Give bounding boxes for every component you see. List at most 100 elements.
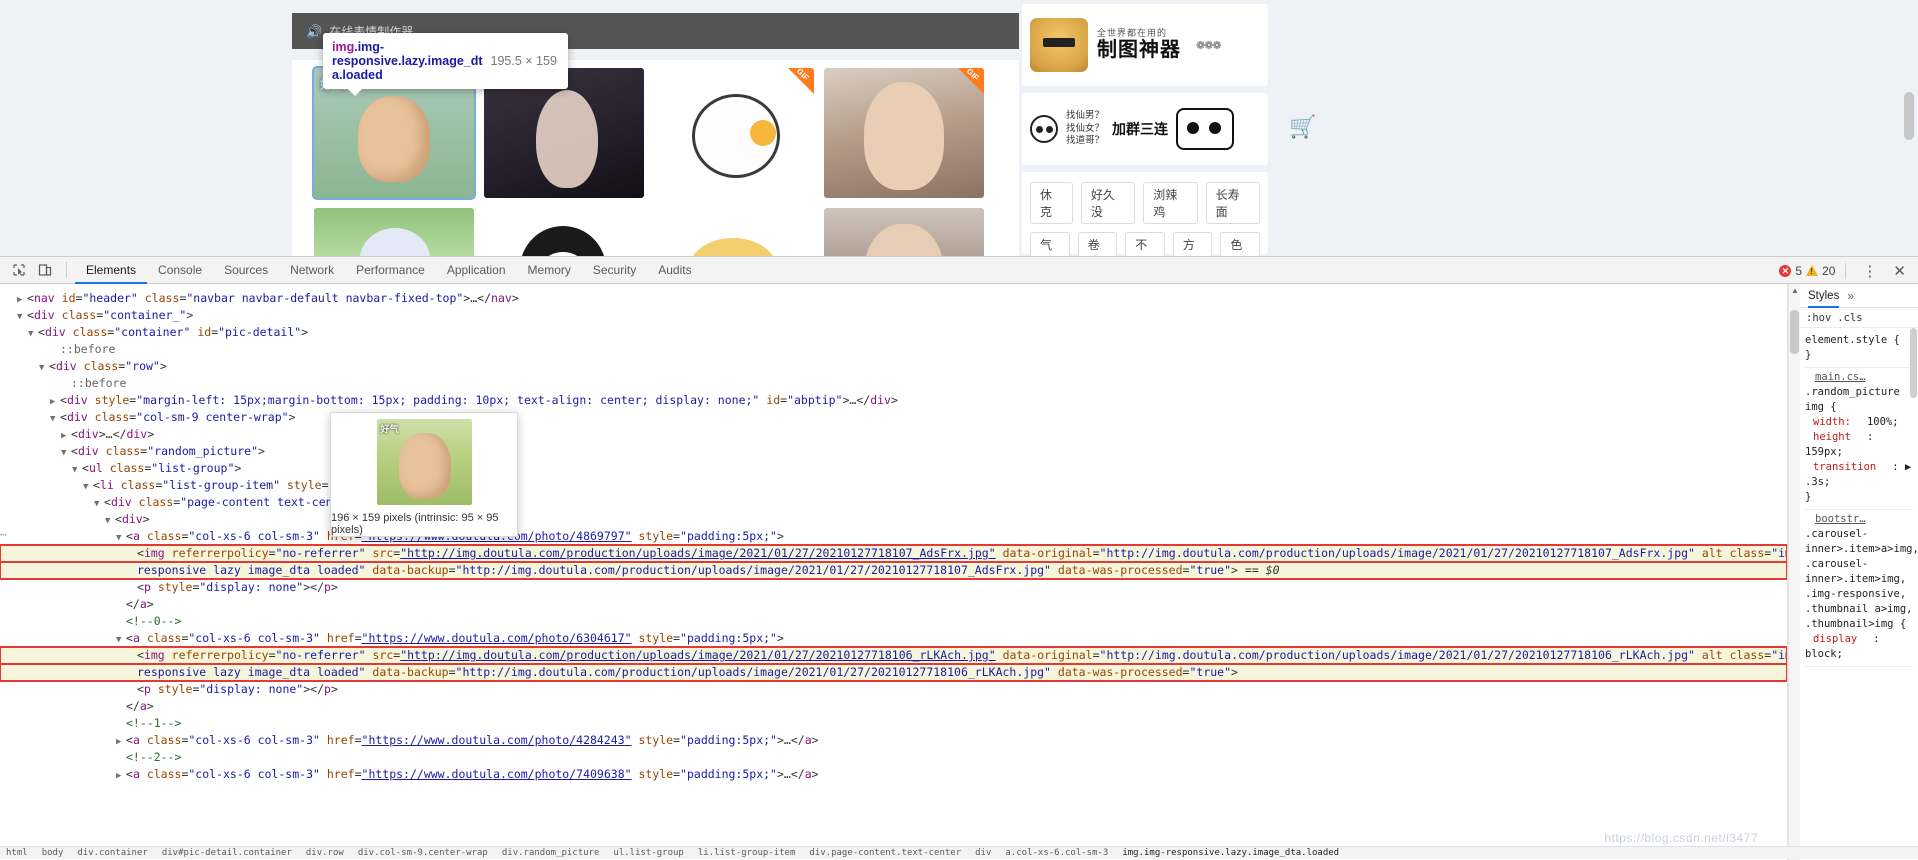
dom-node-line[interactable]: ::before: [0, 375, 1787, 392]
dom-node-line[interactable]: <a class="col-xs-6 col-sm-3" href="https…: [0, 732, 1787, 749]
breadcrumb-item[interactable]: body: [42, 848, 64, 858]
dom-node-line[interactable]: responsive lazy image_dta loaded" data-b…: [0, 561, 1787, 580]
tab-application[interactable]: Application: [436, 257, 517, 284]
breadcrumb-item[interactable]: div.col-sm-9.center-wrap: [358, 848, 488, 858]
tag-chip[interactable]: 休克: [1030, 182, 1073, 224]
page-scrollbar[interactable]: [1904, 0, 1916, 256]
chevron-right-icon[interactable]: [116, 768, 126, 785]
breadcrumb-item[interactable]: div.page-content.text-center: [809, 848, 961, 858]
dom-node-line[interactable]: <!--0-->: [0, 613, 1787, 630]
warning-count-badge[interactable]: 20: [1806, 264, 1835, 278]
breadcrumb-item[interactable]: div: [975, 848, 991, 858]
dom-node-line[interactable]: <p style="display: none"></p>: [0, 579, 1787, 596]
thumbnail-item[interactable]: [314, 208, 474, 256]
dom-node-line[interactable]: <div class="col-sm-9 center-wrap">: [0, 409, 1787, 426]
dom-pane-scrollbar-thumb[interactable]: [1790, 310, 1799, 354]
page-scrollbar-thumb[interactable]: [1904, 92, 1914, 140]
hov-toggle[interactable]: :hov: [1806, 312, 1831, 324]
dom-node-line[interactable]: <img referrerpolicy="no-referrer" src="h…: [0, 544, 1787, 563]
thumbnail-item[interactable]: [824, 208, 984, 256]
device-toolbar-icon[interactable]: [32, 259, 58, 281]
chevron-double-right-icon[interactable]: »: [1847, 289, 1854, 303]
error-count: 5: [1795, 263, 1803, 278]
dom-tree-pane[interactable]: ⋯ <nav id="header" class="navbar navbar-…: [0, 284, 1788, 860]
breadcrumb-item[interactable]: a.col-xs-6.col-sm-3: [1005, 848, 1108, 858]
dom-node-line[interactable]: responsive lazy image_dta loaded" data-b…: [0, 663, 1787, 682]
breadcrumb-item[interactable]: li.list-group-item: [698, 848, 796, 858]
tab-styles[interactable]: Styles: [1808, 284, 1839, 308]
kebab-menu-icon[interactable]: ⋮: [1856, 262, 1883, 280]
css-rule[interactable]: bootstr… .carousel-inner>.item>a>img, .ca…: [1805, 510, 1918, 667]
breadcrumb-item[interactable]: div.random_picture: [502, 848, 600, 858]
dom-node-line[interactable]: <div class="container_">: [0, 307, 1787, 324]
styles-scrollbar-thumb[interactable]: [1910, 328, 1917, 398]
dom-node-line[interactable]: <div style="margin-left: 15px;margin-bot…: [0, 392, 1787, 409]
css-rule-source[interactable]: main.cs…: [1805, 370, 1913, 385]
css-rule-source[interactable]: bootstr…: [1805, 512, 1913, 527]
shopping-cart-icon[interactable]: 🛒: [1288, 112, 1318, 142]
css-rule[interactable]: element.style {}: [1805, 331, 1913, 368]
tab-performance[interactable]: Performance: [345, 257, 436, 284]
tag-chip[interactable]: 方位: [1172, 232, 1213, 256]
thumbnail-item[interactable]: [484, 208, 644, 256]
tab-console[interactable]: Console: [147, 257, 213, 284]
dom-node-line[interactable]: <!--2-->: [0, 749, 1787, 766]
dom-node-line[interactable]: <div class="row">: [0, 358, 1787, 375]
tab-audits[interactable]: Audits: [647, 257, 702, 284]
breadcrumb-item[interactable]: div#pic-detail.container: [162, 848, 292, 858]
tag-chip[interactable]: 卷婆: [1077, 232, 1118, 256]
ad-banner-group[interactable]: 找仙男？ 找仙女？ 找道哥？ 加群三连: [1022, 93, 1268, 165]
dom-node-line[interactable]: <div>: [0, 511, 1787, 528]
dom-node-line[interactable]: <nav id="header" class="navbar navbar-de…: [0, 290, 1787, 307]
tab-sources[interactable]: Sources: [213, 257, 279, 284]
dom-node-line[interactable]: ::before: [0, 341, 1787, 358]
thumbnail-item[interactable]: [654, 208, 814, 256]
tag-chip[interactable]: 色行: [1220, 232, 1260, 256]
error-count-badge[interactable]: ✕ 5: [1779, 264, 1802, 278]
breadcrumb-item[interactable]: ul.list-group: [613, 848, 683, 858]
css-declaration[interactable]: width: 100%;: [1805, 415, 1913, 430]
dom-node-line[interactable]: <li class="list-group-item" style="margi…: [0, 477, 1787, 494]
tag-chip[interactable]: 好久没: [1080, 182, 1136, 224]
breadcrumb-item[interactable]: img.img-responsive.lazy.image_dta.loaded: [1122, 848, 1339, 858]
dom-node-line[interactable]: <div class="page-content text-center">: [0, 494, 1787, 511]
dom-node-line[interactable]: <div class="random_picture">: [0, 443, 1787, 460]
dom-node-line[interactable]: <img referrerpolicy="no-referrer" src="h…: [0, 646, 1787, 665]
tag-chip[interactable]: 长寿面: [1205, 182, 1260, 224]
tab-network[interactable]: Network: [279, 257, 345, 284]
tab-security[interactable]: Security: [582, 257, 647, 284]
dom-node-line[interactable]: <div class="container" id="pic-detail">: [0, 324, 1787, 341]
tab-elements[interactable]: Elements: [75, 257, 147, 284]
breadcrumb-item[interactable]: div.row: [306, 848, 344, 858]
dom-pane-scrollbar[interactable]: ▲ ▼: [1788, 284, 1800, 860]
breadcrumb-item[interactable]: div.container: [77, 848, 147, 858]
css-declaration[interactable]: display: block;: [1805, 632, 1913, 662]
thumbnail-item[interactable]: GIF: [654, 68, 814, 198]
tag-chip[interactable]: 浏辣鸡: [1143, 182, 1198, 224]
cls-toggle[interactable]: .cls: [1837, 312, 1862, 324]
styles-rules-list[interactable]: element.style {} main.cs… .random_picture …: [1800, 328, 1918, 860]
dom-node-line[interactable]: </a>: [0, 596, 1787, 613]
dom-node-line[interactable]: <div>…</div>: [0, 426, 1787, 443]
join-group-button[interactable]: 加群三连: [1112, 119, 1168, 139]
inspect-element-icon[interactable]: [6, 259, 32, 281]
css-declaration[interactable]: transition: ▶ .3s;: [1805, 460, 1913, 490]
dom-node-line[interactable]: <a class="col-xs-6 col-sm-3" href="https…: [0, 766, 1787, 783]
tag-chip[interactable]: 不杀: [1125, 232, 1165, 256]
tab-memory[interactable]: Memory: [517, 257, 582, 284]
dom-node-line[interactable]: <ul class="list-group">: [0, 460, 1787, 477]
css-rule[interactable]: main.cs… .random_picture img {width: 100%;…: [1805, 368, 1913, 510]
breadcrumb-item[interactable]: html: [6, 848, 28, 858]
css-declaration[interactable]: height: 159px;: [1805, 430, 1913, 460]
dom-node-line[interactable]: <a class="col-xs-6 col-sm-3" href="https…: [0, 528, 1787, 545]
dom-node-line[interactable]: </a>: [0, 698, 1787, 715]
tag-chip[interactable]: 气短: [1030, 232, 1070, 256]
ad-banner-tool[interactable]: 全世界都在用的 制图神器 ❁❁❁: [1022, 4, 1268, 86]
dom-node-line[interactable]: <a class="col-xs-6 col-sm-3" href="https…: [0, 630, 1787, 647]
dom-node-line[interactable]: <!--1-->: [0, 715, 1787, 732]
styles-scrollbar[interactable]: [1909, 328, 1918, 860]
close-icon[interactable]: ✕: [1887, 262, 1912, 280]
thumbnail-item[interactable]: GIF: [824, 68, 984, 198]
dom-node-line[interactable]: <p style="display: none"></p>: [0, 681, 1787, 698]
scroll-up-icon[interactable]: ▲: [1791, 286, 1799, 295]
